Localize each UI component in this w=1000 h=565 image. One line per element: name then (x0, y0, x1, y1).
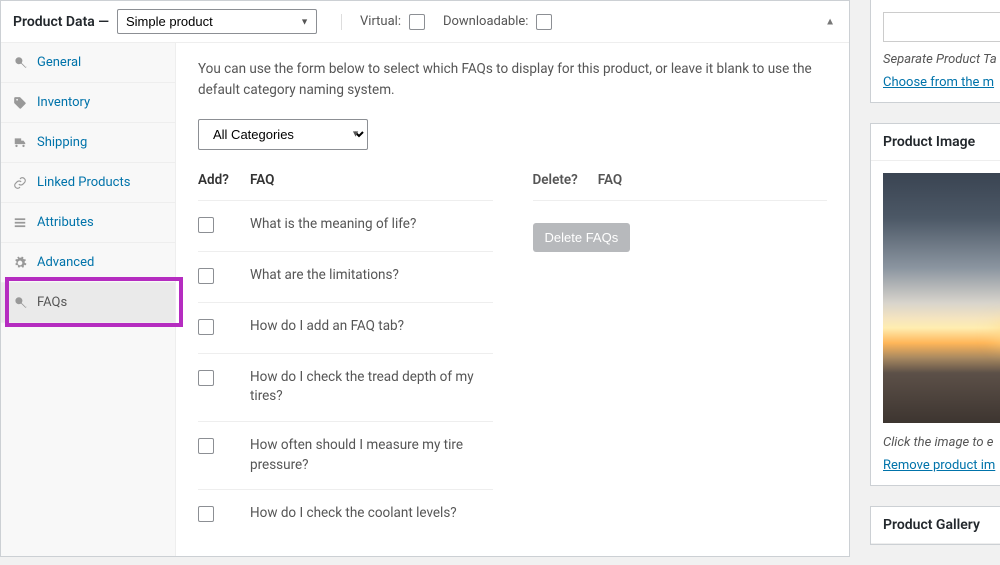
faqs-content: You can use the form below to select whi… (176, 43, 849, 556)
downloadable-checkbox[interactable] (536, 14, 552, 30)
faq-add-checkbox[interactable] (198, 506, 214, 522)
faq-row: How do I check the coolant levels? (198, 489, 493, 540)
wrench-icon (13, 296, 27, 310)
add-header: Add? (198, 172, 230, 188)
remove-image-link[interactable]: Remove product im (883, 458, 1000, 473)
tab-label: Inventory (37, 95, 90, 110)
tab-label: Attributes (37, 215, 94, 230)
faqs-description: You can use the form below to select whi… (198, 59, 827, 101)
virtual-checkbox[interactable] (409, 14, 425, 30)
product-gallery-box: Product Gallery (870, 506, 1000, 545)
tab-label: Shipping (37, 135, 87, 150)
tab-label: General (37, 55, 81, 70)
downloadable-field[interactable]: Downloadable: (443, 14, 552, 30)
product-data-panel: Product Data — Simple product Virtual: D… (0, 0, 850, 557)
wrench-icon (13, 56, 27, 70)
product-data-tabs: General Inventory Shipping (1, 43, 176, 556)
tags-input[interactable] (883, 12, 1000, 42)
tab-general[interactable]: General (1, 43, 175, 83)
truck-icon (13, 136, 27, 150)
faq-add-column: Add? FAQ What is the meaning of life? Wh… (198, 160, 493, 540)
product-gallery-title: Product Gallery (871, 507, 1000, 544)
tag-icon (13, 96, 27, 110)
product-image-box: Product Image Click the image to e Remov… (870, 123, 1000, 486)
faq-question: How often should I measure my tire press… (250, 436, 493, 475)
click-image-text: Click the image to e (883, 435, 1000, 450)
choose-tags-link[interactable]: Choose from the m (883, 75, 1000, 90)
faq-header: FAQ (250, 172, 274, 188)
tab-label: Advanced (37, 255, 94, 270)
faq-add-checkbox[interactable] (198, 268, 214, 284)
faq-header-2: FAQ (598, 172, 622, 188)
gear-icon (13, 256, 27, 270)
downloadable-label: Downloadable: (443, 14, 528, 29)
faq-row: What is the meaning of life? (198, 200, 493, 251)
faq-question: How do I check the tread depth of my tir… (250, 368, 493, 407)
tab-label: FAQs (37, 295, 67, 310)
tab-label: Linked Products (37, 175, 130, 190)
faq-add-checkbox[interactable] (198, 370, 214, 386)
product-image-title: Product Image (871, 124, 1000, 161)
delete-faqs-button[interactable]: Delete FAQs (533, 223, 631, 252)
faq-question: How do I add an FAQ tab? (250, 317, 493, 337)
tab-linked-products[interactable]: Linked Products (1, 163, 175, 203)
product-image[interactable] (883, 173, 1000, 423)
tags-separate-text: Separate Product Ta (883, 52, 1000, 67)
faq-add-checkbox[interactable] (198, 319, 214, 335)
faq-question: What is the meaning of life? (250, 215, 493, 235)
faq-delete-column: Delete? FAQ Delete FAQs (533, 160, 828, 540)
product-type-select[interactable]: Simple product (117, 9, 317, 34)
faq-row: How often should I measure my tire press… (198, 421, 493, 489)
link-icon (13, 176, 27, 190)
tab-faqs[interactable]: FAQs (1, 283, 175, 323)
highlight-box (5, 277, 183, 327)
tab-inventory[interactable]: Inventory (1, 83, 175, 123)
product-tags-box: Separate Product Ta Choose from the m (870, 0, 1000, 103)
faq-category-select[interactable]: All Categories (198, 119, 368, 150)
delete-header: Delete? (533, 172, 578, 188)
faq-question: What are the limitations? (250, 266, 493, 286)
faq-question: How do I check the coolant levels? (250, 504, 493, 524)
collapse-icon[interactable]: ▲ (825, 16, 835, 27)
tab-shipping[interactable]: Shipping (1, 123, 175, 163)
panel-header: Product Data — Simple product Virtual: D… (1, 1, 849, 43)
panel-title: Product Data — (13, 14, 109, 30)
virtual-label: Virtual: (360, 14, 401, 29)
faq-add-checkbox[interactable] (198, 438, 214, 454)
list-icon (13, 216, 27, 230)
tab-advanced[interactable]: Advanced (1, 243, 175, 283)
virtual-field[interactable]: Virtual: (360, 14, 425, 30)
faq-row: How do I add an FAQ tab? (198, 302, 493, 353)
faq-row: What are the limitations? (198, 251, 493, 302)
faq-row: How do I check the tread depth of my tir… (198, 353, 493, 421)
tab-attributes[interactable]: Attributes (1, 203, 175, 243)
faq-add-checkbox[interactable] (198, 217, 214, 233)
